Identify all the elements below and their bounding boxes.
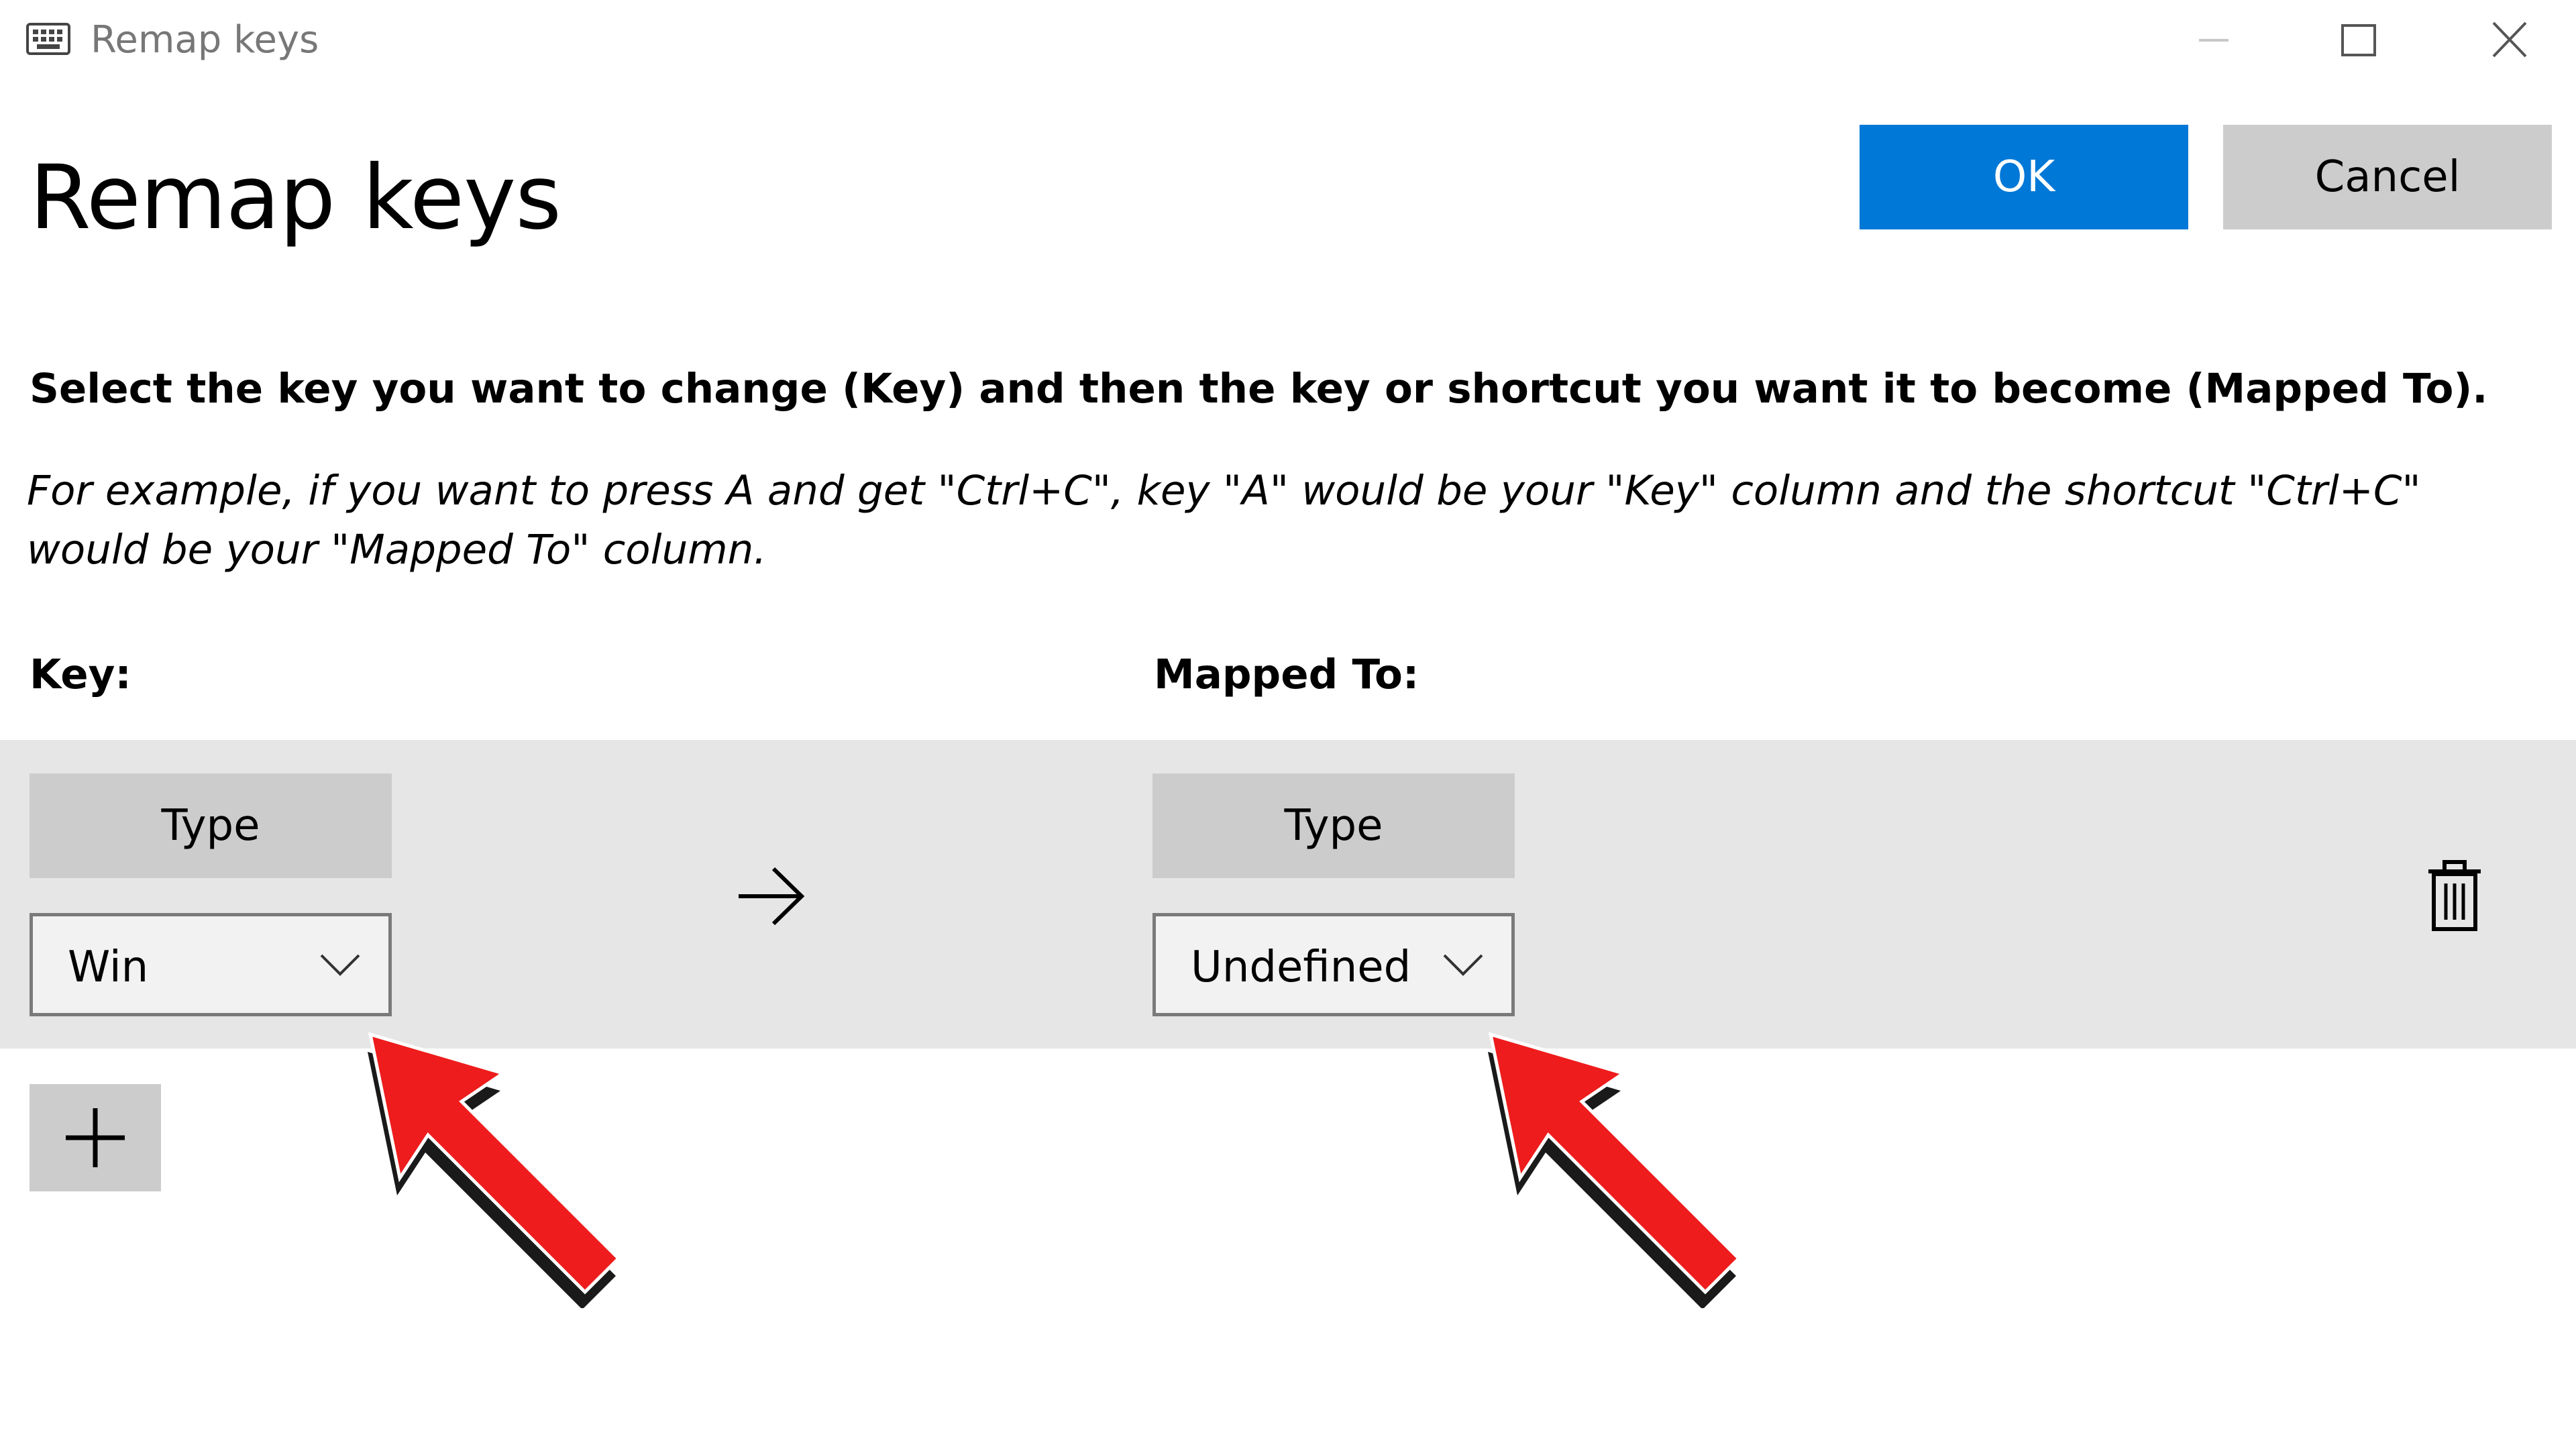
key-dropdown[interactable]: Win bbox=[30, 913, 392, 1016]
page-title: Remap keys bbox=[30, 146, 561, 250]
chevron-down-icon bbox=[1443, 954, 1483, 976]
example-text: For example, if you want to press A and … bbox=[27, 467, 2421, 574]
key-dropdown-value: Win bbox=[68, 943, 149, 992]
trash-icon[interactable] bbox=[2424, 859, 2485, 933]
key-column-header: Key: bbox=[30, 651, 131, 698]
close-button[interactable] bbox=[2459, 0, 2559, 80]
maximize-icon bbox=[2341, 24, 2376, 56]
key-type-button[interactable]: Type bbox=[30, 773, 392, 878]
instruction-text: Select the key you want to change (Key) … bbox=[30, 365, 2488, 413]
mapping-row: Type Win Type Undefined bbox=[0, 740, 2576, 1049]
window-title: Remap keys bbox=[91, 18, 319, 62]
annotation-arrow bbox=[368, 1032, 621, 1308]
mapped-to-dropdown[interactable]: Undefined bbox=[1152, 913, 1515, 1016]
mapped-to-column-header: Mapped To: bbox=[1154, 651, 1419, 698]
maximize-button[interactable] bbox=[2308, 0, 2408, 80]
cancel-button[interactable]: Cancel bbox=[2223, 125, 2552, 229]
minimize-button[interactable] bbox=[2180, 0, 2281, 80]
keyboard-icon bbox=[26, 23, 70, 55]
add-mapping-button[interactable] bbox=[30, 1084, 161, 1191]
mapped-to-dropdown-value: Undefined bbox=[1191, 943, 1411, 992]
annotation-arrow bbox=[1488, 1032, 1741, 1308]
mapped-type-button[interactable]: Type bbox=[1152, 773, 1515, 878]
arrow-right-icon bbox=[739, 867, 805, 926]
chevron-down-icon bbox=[320, 954, 360, 976]
remap-keys-window: Remap keys Remap keys OK Cancel Select t… bbox=[0, 0, 2576, 1449]
close-icon bbox=[2492, 21, 2527, 58]
minimize-icon bbox=[2199, 39, 2229, 42]
plus-icon bbox=[66, 1108, 125, 1167]
ok-button[interactable]: OK bbox=[1860, 125, 2188, 229]
